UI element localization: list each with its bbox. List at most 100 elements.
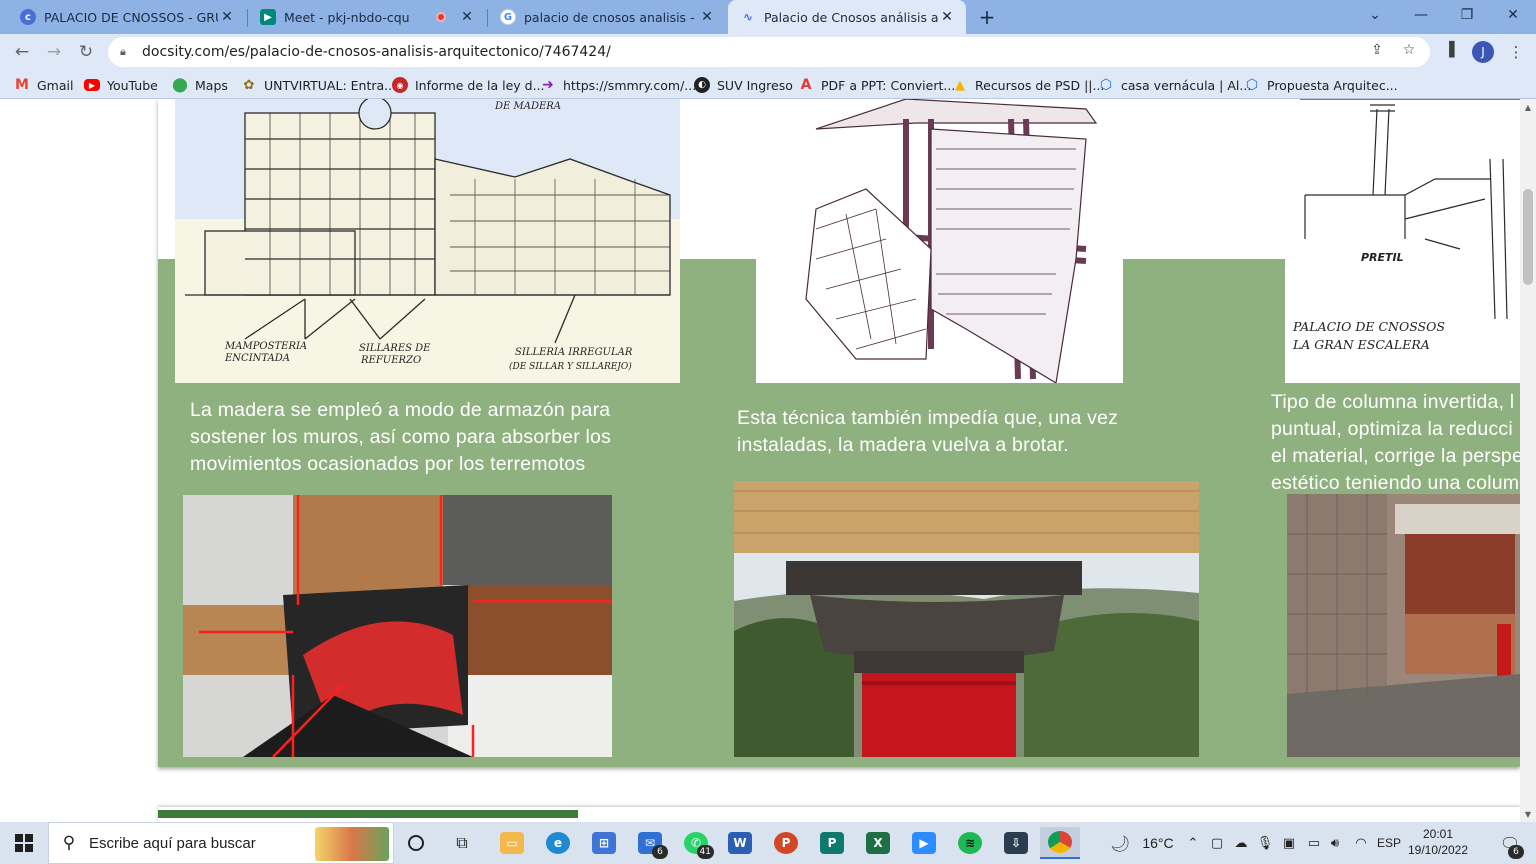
scrollbar-thumb[interactable] — [1523, 189, 1533, 285]
new-tab-button[interactable]: + — [974, 4, 1000, 30]
chrome-button[interactable] — [1040, 827, 1080, 859]
start-button[interactable] — [0, 822, 48, 864]
minimize-button[interactable]: — — [1398, 0, 1444, 30]
tab-search-button[interactable]: ⌄ — [1352, 0, 1398, 30]
wifi-icon[interactable]: ◠ — [1352, 832, 1370, 854]
onedrive-icon[interactable]: ☁ — [1230, 832, 1252, 854]
bookmark-informe[interactable]: ◉ Informe de la ley d... — [392, 75, 545, 95]
label-pretil: PRETIL — [1361, 251, 1404, 264]
next-slide-edge — [158, 807, 1520, 822]
installer-button[interactable]: ⇩ — [996, 827, 1036, 859]
screen: c PALACIO DE CNOSSOS - GRUPO ✕ ▶ Meet - … — [0, 0, 1536, 864]
weather-moon-icon[interactable]: 🌙︎ — [1108, 832, 1132, 854]
installer-icon: ⇩ — [1004, 832, 1028, 854]
page-viewport[interactable]: DE MADERA MAMPOSTERIA ENCINTADA SILLARES… — [0, 99, 1536, 822]
bookmark-gmail[interactable]: M Gmail — [14, 75, 73, 95]
tab-palacio-grupo[interactable]: c PALACIO DE CNOSSOS - GRUPO ✕ — [8, 0, 246, 34]
edge-button[interactable]: e — [538, 827, 578, 859]
label-silleria: SILLERIA IRREGULAR — [515, 347, 633, 358]
close-icon[interactable]: ✕ — [938, 8, 956, 26]
restore-button[interactable]: ❐ — [1444, 0, 1490, 30]
close-window-button[interactable]: ✕ — [1490, 0, 1536, 30]
taskbar-search[interactable]: ⚲ Escribe aquí para buscar — [48, 822, 394, 864]
tab-google-search[interactable]: G palacio de cnosos analisis - Busca ✕ — [488, 0, 726, 34]
bookmark-propuesta[interactable]: ⬡ Propuesta Arquitec... — [1244, 75, 1398, 95]
bookmark-maps[interactable]: ⬤ Maps — [172, 75, 228, 95]
docsity-wave-icon: ∿ — [742, 10, 754, 24]
store-icon: ⊞ — [592, 832, 616, 854]
close-icon[interactable]: ✕ — [458, 8, 476, 26]
photo-palace-wall — [1287, 494, 1520, 757]
url-text[interactable]: docsity.com/es/palacio-de-cnosos-analisi… — [142, 44, 611, 60]
reload-icon: ↻ — [78, 42, 94, 62]
label-de-madera: DE MADERA — [494, 101, 561, 112]
bookmark-untvirtual[interactable]: ✿ UNTVIRTUAL: Entra... — [241, 75, 397, 95]
document-slide: DE MADERA MAMPOSTERIA ENCINTADA SILLARES… — [158, 99, 1520, 767]
forward-button[interactable]: → — [40, 38, 68, 66]
powerpoint-button[interactable]: P — [766, 827, 806, 859]
bookmark-casa-vernacula[interactable]: ⬡ casa vernácula | Al... — [1098, 75, 1251, 95]
mail-badge: 6 — [652, 845, 668, 859]
drawing-wall-construction: DE MADERA MAMPOSTERIA ENCINTADA SILLARES… — [175, 99, 680, 383]
file-explorer-button[interactable]: ▭ — [492, 827, 532, 859]
bookmark-smmry[interactable]: ➜ https://smmry.com/... — [540, 75, 696, 95]
camera-icon[interactable]: ▣ — [1280, 832, 1298, 854]
bookmark-star-icon[interactable]: ☆ — [1400, 41, 1418, 59]
menu-icon[interactable]: ⋮ — [1506, 41, 1526, 63]
notifications-button[interactable]: 🗨︎ 6 — [1490, 827, 1530, 859]
share-icon[interactable]: ⇪ — [1368, 41, 1386, 59]
informe-icon: ◉ — [392, 77, 408, 93]
store-button[interactable]: ⊞ — [584, 827, 624, 859]
tab-strip: c PALACIO DE CNOSSOS - GRUPO ✕ ▶ Meet - … — [0, 0, 1536, 34]
scroll-down-arrow[interactable]: ▼ — [1520, 806, 1536, 822]
caption-technique: Esta técnica también impedía que, una ve… — [737, 407, 1119, 456]
side-panel-icon[interactable]: ▐ — [1440, 41, 1458, 59]
publisher-button[interactable]: P — [812, 827, 852, 859]
word-button[interactable]: W — [720, 827, 760, 859]
maps-icon: ⬤ — [172, 77, 188, 93]
bookmark-pdf-ppt[interactable]: A PDF a PPT: Conviert... — [798, 75, 956, 95]
address-bar[interactable]: 🔒︎ docsity.com/es/palacio-de-cnosos-anal… — [108, 37, 1430, 67]
weather-temperature[interactable]: 16°C — [1138, 832, 1178, 854]
tab-palacio-analisis[interactable]: ∿ Palacio de Cnosos análisis arquite ✕ — [728, 0, 966, 34]
microphone-icon[interactable]: 🎙︎ — [1256, 832, 1274, 854]
close-icon[interactable]: ✕ — [218, 8, 236, 26]
task-view-button[interactable]: ⧉ — [442, 827, 482, 859]
label-encintada: ENCINTADA — [224, 353, 290, 364]
scroll-up-arrow[interactable]: ▲ — [1520, 99, 1536, 115]
tab-meet[interactable]: ▶ Meet - pkj-nbdo-cqu ✕ — [248, 0, 486, 34]
sketch-staircase: PRETIL PALACIO DE CNOSSOS LA GRAN ESCALE… — [1292, 99, 1520, 352]
taskbar-clock[interactable]: 20:01 19/10/2022 — [1406, 826, 1470, 860]
hex-icon: ⬡ — [1245, 77, 1259, 93]
whatsapp-button[interactable]: ✆ 41 — [676, 827, 716, 859]
spotify-icon: ≋ — [958, 832, 982, 854]
zoom-button[interactable]: ▶ — [904, 827, 944, 859]
hex-icon: ⬡ — [1099, 77, 1113, 93]
bookmark-suv[interactable]: ◐ SUV Ingreso — [694, 75, 793, 95]
battery-icon[interactable]: ▭ — [1304, 832, 1324, 854]
reload-button[interactable]: ↻ — [72, 38, 100, 66]
label-refuerzo: REFUERZO — [360, 355, 421, 366]
edge-icon: e — [546, 832, 570, 854]
mail-button[interactable]: ✉ 6 — [630, 827, 670, 859]
speaker-icon[interactable]: 🔊︎ — [1326, 832, 1344, 854]
profile-avatar[interactable]: J — [1472, 41, 1494, 63]
back-button[interactable]: ← — [8, 38, 36, 66]
whatsapp-badge: 41 — [696, 845, 714, 859]
cortana-button[interactable] — [396, 827, 436, 859]
arrow-left-icon: ← — [14, 42, 30, 62]
language-indicator[interactable]: ESP — [1376, 832, 1402, 854]
bookmark-psd[interactable]: ▲ Recursos de PSD ||... — [952, 75, 1104, 95]
adobe-icon: A — [800, 77, 812, 93]
excel-button[interactable]: X — [858, 827, 898, 859]
powerpoint-icon: P — [774, 832, 798, 854]
chevron-up-icon[interactable]: ⌃ — [1184, 832, 1202, 854]
tray-device-icon[interactable]: ▢ — [1208, 832, 1226, 854]
spotify-button[interactable]: ≋ — [950, 827, 990, 859]
bookmark-youtube[interactable]: ▶ YouTube — [84, 75, 158, 95]
lock-icon[interactable]: 🔒︎ — [120, 45, 134, 59]
close-icon[interactable]: ✕ — [698, 8, 716, 26]
label-mamposteria: MAMPOSTERIA — [224, 341, 307, 352]
search-highlight-image[interactable] — [315, 827, 389, 861]
page-scrollbar[interactable]: ▲ ▼ — [1520, 99, 1536, 822]
